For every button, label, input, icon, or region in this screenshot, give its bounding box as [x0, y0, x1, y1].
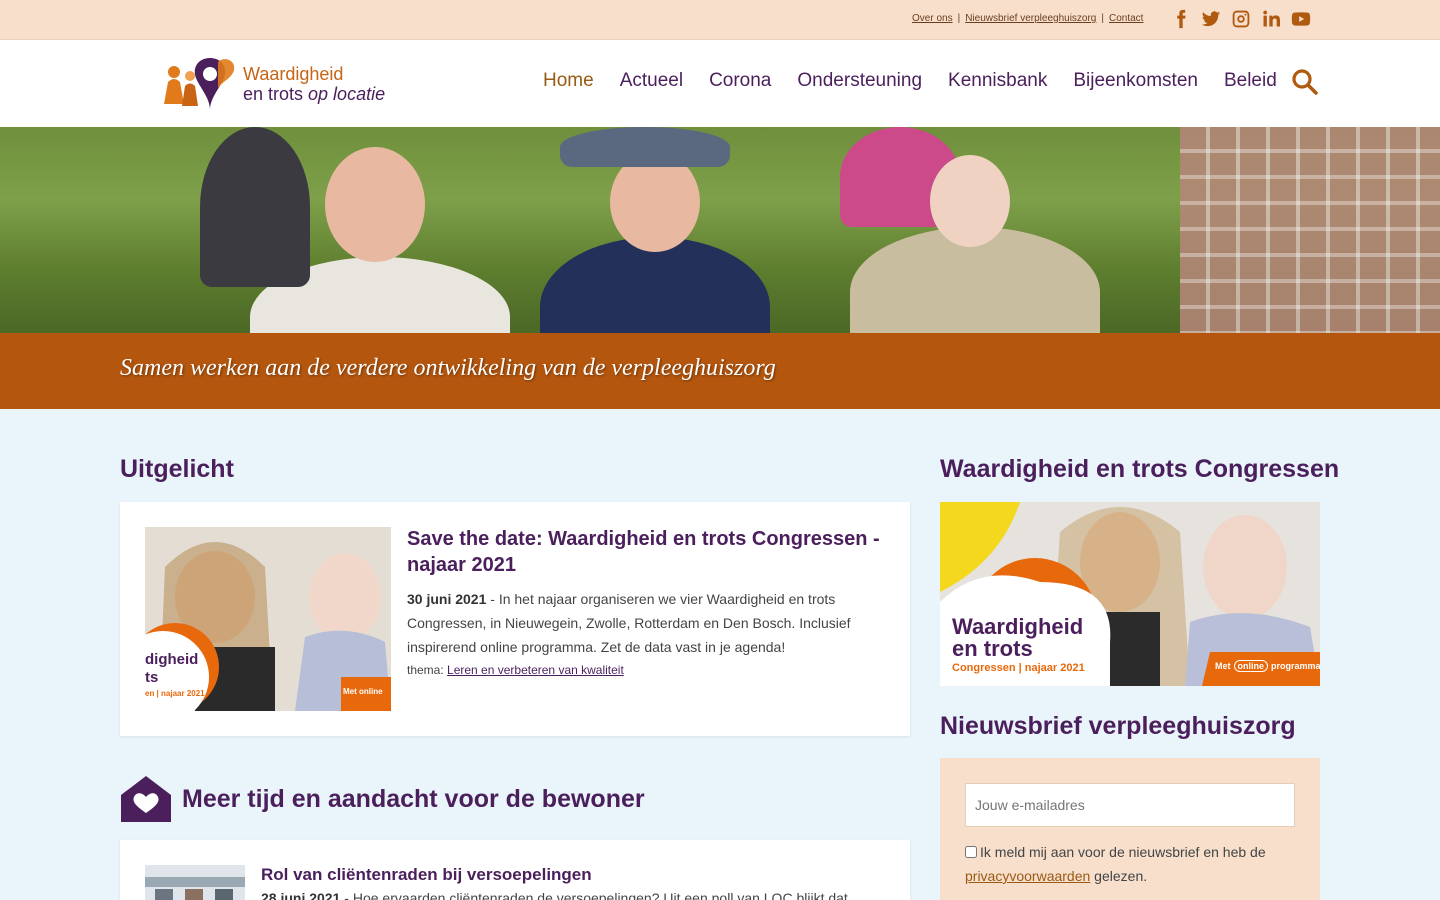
main-navigation: Home Actueel Corona Ondersteuning Kennis…: [543, 70, 1277, 92]
link-contact[interactable]: Contact: [1109, 13, 1143, 24]
thumb-badge: Met online: [343, 687, 383, 696]
consent-text: Ik meld mij aan voor de nieuwsbrief en h…: [980, 844, 1266, 860]
site-logo[interactable]: Waardigheid en trots op locatie: [160, 54, 390, 114]
logo-line-2a: en trots: [243, 84, 309, 104]
separator: |: [957, 13, 961, 24]
article-thumbnail[interactable]: [145, 865, 245, 900]
link-nieuwsbrief[interactable]: Nieuwsbrief verpleeghuiszorg: [965, 13, 1096, 24]
social-links: [1170, 8, 1312, 30]
linkedin-icon[interactable]: [1260, 8, 1282, 30]
hero-banner: Samen werken aan de verdere ontwikkeling…: [0, 333, 1440, 409]
logo-icon: [164, 58, 235, 110]
congress-promo-banner[interactable]: Waardigheid en trots Congressen | najaar…: [940, 502, 1320, 686]
promo-line-2: en trots: [952, 636, 1033, 661]
article-date: 28 juni 2021: [261, 890, 341, 900]
twitter-icon[interactable]: [1200, 8, 1222, 30]
promo-line-3: Congressen | najaar 2021: [952, 662, 1085, 674]
featured-thumbnail[interactable]: digheid ts en | najaar 2021 Met online: [145, 527, 391, 711]
congress-heading: Waardigheid en trots Congressen: [940, 455, 1340, 483]
featured-title[interactable]: Save the date: Waardigheid en trots Cong…: [407, 526, 887, 578]
thumb-text-2: ts: [145, 669, 159, 686]
hero-carer-2: [560, 127, 730, 167]
thumb-text-1: digheid: [145, 651, 199, 668]
email-field[interactable]: [965, 783, 1295, 827]
link-over-ons[interactable]: Over ons: [912, 13, 953, 24]
nav-corona[interactable]: Corona: [709, 70, 771, 92]
article-summary: 28 juni 2021 - Hoe ervaarden cliëntenrad…: [261, 886, 891, 900]
featured-thumb-graphic: [145, 527, 391, 711]
logo-text: Waardigheid en trots op locatie: [243, 64, 385, 104]
top-utility-bar: Over ons | Nieuwsbrief verpleeghuiszorg …: [0, 0, 1440, 40]
hero-carer-1: [200, 127, 310, 287]
consent-after: gelezen.: [1090, 868, 1148, 884]
featured-date: 30 juni 2021: [407, 591, 487, 607]
theme-link[interactable]: Leren en verbeteren van kwaliteit: [447, 663, 624, 677]
hero-image: [0, 127, 1440, 333]
nav-kennisbank[interactable]: Kennisbank: [948, 70, 1047, 92]
promo-badge-pre: Met: [1215, 661, 1231, 671]
nav-home[interactable]: Home: [543, 70, 594, 92]
section-heading-bewoner: Meer tijd en aandacht voor de bewoner: [182, 785, 645, 813]
hero-tagline: Samen werken aan de verdere ontwikkeling…: [120, 355, 776, 381]
hero-face-3: [930, 155, 1010, 247]
featured-theme: thema: Leren en verbeteren van kwaliteit: [407, 663, 624, 677]
consent-row: Ik meld mij aan voor de nieuwsbrief en h…: [965, 840, 1305, 888]
facebook-icon[interactable]: [1170, 8, 1192, 30]
nav-bijeenkomsten[interactable]: Bijeenkomsten: [1073, 70, 1198, 92]
newsletter-form: Ik meld mij aan voor de nieuwsbrief en h…: [940, 758, 1320, 900]
nav-actueel[interactable]: Actueel: [620, 70, 683, 92]
featured-heading: Uitgelicht: [120, 455, 234, 483]
promo-badge-post: programma: [1271, 661, 1320, 671]
thumb-text-3: en | najaar 2021: [145, 689, 205, 698]
hero-face-1: [325, 147, 425, 262]
utility-links: Over ons | Nieuwsbrief verpleeghuiszorg …: [912, 13, 1143, 24]
instagram-icon[interactable]: [1230, 8, 1252, 30]
article-card[interactable]: Rol van cliëntenraden bij versoepelingen…: [120, 840, 910, 900]
privacy-link[interactable]: privacyvoorwaarden: [965, 868, 1090, 884]
site-header: Waardigheid en trots op locatie Home Act…: [0, 40, 1440, 127]
hero-face-2: [610, 152, 700, 252]
article-summary-text: - Hoe ervaarden cliëntenraden de versoep…: [340, 890, 848, 900]
nav-ondersteuning[interactable]: Ondersteuning: [797, 70, 922, 92]
search-icon[interactable]: [1291, 68, 1319, 96]
newsletter-heading: Nieuwsbrief verpleeghuiszorg: [940, 712, 1296, 740]
separator: |: [1101, 13, 1104, 24]
featured-summary: 30 juni 2021 - In het najaar organiseren…: [407, 587, 887, 659]
promo-badge-online: online: [1233, 660, 1268, 672]
promo-badge: Met online programma: [1215, 660, 1320, 672]
house-heart-icon: [120, 775, 172, 823]
logo-line-2: en trots op locatie: [243, 84, 385, 104]
nav-beleid[interactable]: Beleid: [1224, 70, 1277, 92]
hero-building-windows: [1180, 127, 1440, 333]
logo-line-1: Waardigheid: [243, 64, 344, 84]
youtube-icon[interactable]: [1290, 8, 1312, 30]
featured-card[interactable]: digheid ts en | najaar 2021 Met online S…: [120, 502, 910, 736]
article-thumb-graphic: [145, 865, 245, 900]
theme-label: thema:: [407, 663, 448, 677]
article-title[interactable]: Rol van cliëntenraden bij versoepelingen: [261, 862, 881, 888]
logo-line-2b: op locatie: [308, 84, 386, 104]
consent-checkbox[interactable]: [965, 846, 977, 858]
